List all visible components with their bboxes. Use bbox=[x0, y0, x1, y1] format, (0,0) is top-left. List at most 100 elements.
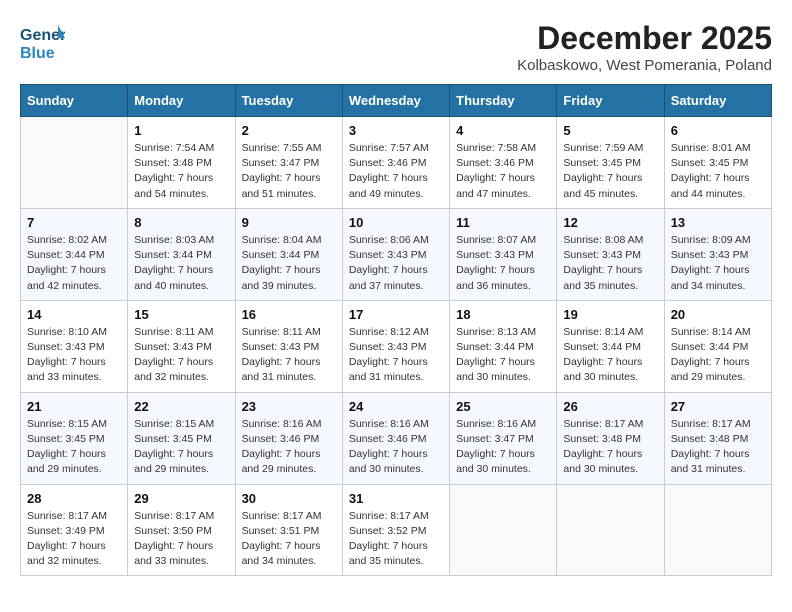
calendar-cell: 20 Sunrise: 8:14 AMSunset: 3:44 PMDayligh… bbox=[664, 300, 771, 392]
day-number: 28 bbox=[27, 491, 121, 506]
day-info: Sunrise: 8:17 AMSunset: 3:50 PMDaylight:… bbox=[134, 509, 228, 570]
calendar-cell: 13 Sunrise: 8:09 AMSunset: 3:43 PMDayligh… bbox=[664, 208, 771, 300]
weekday-header-friday: Friday bbox=[557, 85, 664, 117]
day-info: Sunrise: 8:09 AMSunset: 3:43 PMDaylight:… bbox=[671, 233, 765, 294]
day-number: 2 bbox=[242, 123, 336, 138]
day-number: 10 bbox=[349, 215, 443, 230]
weekday-header-monday: Monday bbox=[128, 85, 235, 117]
day-info: Sunrise: 8:10 AMSunset: 3:43 PMDaylight:… bbox=[27, 325, 121, 386]
calendar-cell: 4 Sunrise: 7:58 AMSunset: 3:46 PMDaylight… bbox=[450, 117, 557, 209]
weekday-header-sunday: Sunday bbox=[21, 85, 128, 117]
day-info: Sunrise: 8:15 AMSunset: 3:45 PMDaylight:… bbox=[134, 417, 228, 478]
logo-icon: General Blue bbox=[20, 20, 60, 60]
calendar-cell: 8Sunrise: 8:03 AMSunset: 3:44 PMDaylight… bbox=[128, 208, 235, 300]
day-info: Sunrise: 8:04 AMSunset: 3:44 PMDaylight:… bbox=[242, 233, 336, 294]
day-info: Sunrise: 8:14 AMSunset: 3:44 PMDaylight:… bbox=[671, 325, 765, 386]
day-info: Sunrise: 7:58 AMSunset: 3:46 PMDaylight:… bbox=[456, 141, 550, 202]
calendar-cell: 2 Sunrise: 7:55 AMSunset: 3:47 PMDaylight… bbox=[235, 117, 342, 209]
day-number: 20 bbox=[671, 307, 765, 322]
day-info: Sunrise: 8:16 AMSunset: 3:47 PMDaylight:… bbox=[456, 417, 550, 478]
calendar-cell: 27 Sunrise: 8:17 AMSunset: 3:48 PMDayligh… bbox=[664, 392, 771, 484]
day-number: 27 bbox=[671, 399, 765, 414]
day-info: Sunrise: 7:57 AMSunset: 3:46 PMDaylight:… bbox=[349, 141, 443, 202]
day-number: 15 bbox=[134, 307, 228, 322]
day-info: Sunrise: 8:17 AMSunset: 3:48 PMDaylight:… bbox=[671, 417, 765, 478]
day-number: 3 bbox=[349, 123, 443, 138]
calendar-cell: 26 Sunrise: 8:17 AMSunset: 3:48 PMDayligh… bbox=[557, 392, 664, 484]
weekday-header-tuesday: Tuesday bbox=[235, 85, 342, 117]
calendar-cell bbox=[450, 484, 557, 576]
day-info: Sunrise: 8:13 AMSunset: 3:44 PMDaylight:… bbox=[456, 325, 550, 386]
calendar-week-5: 28 Sunrise: 8:17 AMSunset: 3:49 PMDayligh… bbox=[21, 484, 772, 576]
day-info: Sunrise: 8:01 AMSunset: 3:45 PMDaylight:… bbox=[671, 141, 765, 202]
day-number: 19 bbox=[563, 307, 657, 322]
day-number: 5 bbox=[563, 123, 657, 138]
calendar-cell bbox=[664, 484, 771, 576]
day-info: Sunrise: 8:17 AMSunset: 3:48 PMDaylight:… bbox=[563, 417, 657, 478]
day-number: 24 bbox=[349, 399, 443, 414]
calendar-week-4: 21Sunrise: 8:15 AMSunset: 3:45 PMDayligh… bbox=[21, 392, 772, 484]
day-number: 13 bbox=[671, 215, 765, 230]
calendar-cell: 15 Sunrise: 8:11 AMSunset: 3:43 PMDayligh… bbox=[128, 300, 235, 392]
calendar-cell: 17 Sunrise: 8:12 AMSunset: 3:43 PMDayligh… bbox=[342, 300, 449, 392]
calendar-cell: 29 Sunrise: 8:17 AMSunset: 3:50 PMDayligh… bbox=[128, 484, 235, 576]
day-number: 18 bbox=[456, 307, 550, 322]
weekday-header-saturday: Saturday bbox=[664, 85, 771, 117]
day-info: Sunrise: 8:11 AMSunset: 3:43 PMDaylight:… bbox=[134, 325, 228, 386]
calendar-cell: 3 Sunrise: 7:57 AMSunset: 3:46 PMDaylight… bbox=[342, 117, 449, 209]
day-number: 31 bbox=[349, 491, 443, 506]
day-info: Sunrise: 8:16 AMSunset: 3:46 PMDaylight:… bbox=[349, 417, 443, 478]
location: Kolbaskowo, West Pomerania, Poland bbox=[517, 57, 772, 74]
day-number: 7 bbox=[27, 215, 121, 230]
day-info: Sunrise: 8:11 AMSunset: 3:43 PMDaylight:… bbox=[242, 325, 336, 386]
calendar-week-2: 7Sunrise: 8:02 AMSunset: 3:44 PMDaylight… bbox=[21, 208, 772, 300]
weekday-header-row: SundayMondayTuesdayWednesdayThursdayFrid… bbox=[21, 85, 772, 117]
svg-text:Blue: Blue bbox=[20, 45, 55, 62]
calendar-cell: 11 Sunrise: 8:07 AMSunset: 3:43 PMDayligh… bbox=[450, 208, 557, 300]
day-info: Sunrise: 7:59 AMSunset: 3:45 PMDaylight:… bbox=[563, 141, 657, 202]
calendar-cell: 14 Sunrise: 8:10 AMSunset: 3:43 PMDayligh… bbox=[21, 300, 128, 392]
day-number: 22 bbox=[134, 399, 228, 414]
calendar-cell: 30 Sunrise: 8:17 AMSunset: 3:51 PMDayligh… bbox=[235, 484, 342, 576]
day-number: 30 bbox=[242, 491, 336, 506]
day-number: 8 bbox=[134, 215, 228, 230]
day-number: 23 bbox=[242, 399, 336, 414]
calendar-cell bbox=[21, 117, 128, 209]
day-info: Sunrise: 8:17 AMSunset: 3:52 PMDaylight:… bbox=[349, 509, 443, 570]
calendar-cell: 1Sunrise: 7:54 AMSunset: 3:48 PMDaylight… bbox=[128, 117, 235, 209]
day-number: 25 bbox=[456, 399, 550, 414]
calendar-cell: 21Sunrise: 8:15 AMSunset: 3:45 PMDayligh… bbox=[21, 392, 128, 484]
calendar-cell: 7Sunrise: 8:02 AMSunset: 3:44 PMDaylight… bbox=[21, 208, 128, 300]
day-number: 17 bbox=[349, 307, 443, 322]
day-number: 16 bbox=[242, 307, 336, 322]
calendar-cell: 22 Sunrise: 8:15 AMSunset: 3:45 PMDayligh… bbox=[128, 392, 235, 484]
logo: General Blue bbox=[20, 20, 64, 60]
month-title: December 2025 bbox=[517, 20, 772, 57]
day-info: Sunrise: 8:15 AMSunset: 3:45 PMDaylight:… bbox=[27, 417, 121, 478]
calendar-week-3: 14 Sunrise: 8:10 AMSunset: 3:43 PMDayligh… bbox=[21, 300, 772, 392]
day-number: 11 bbox=[456, 215, 550, 230]
day-info: Sunrise: 8:17 AMSunset: 3:49 PMDaylight:… bbox=[27, 509, 121, 570]
calendar-cell: 31 Sunrise: 8:17 AMSunset: 3:52 PMDayligh… bbox=[342, 484, 449, 576]
calendar-cell: 12Sunrise: 8:08 AMSunset: 3:43 PMDayligh… bbox=[557, 208, 664, 300]
calendar-cell: 18 Sunrise: 8:13 AMSunset: 3:44 PMDayligh… bbox=[450, 300, 557, 392]
day-number: 6 bbox=[671, 123, 765, 138]
day-number: 14 bbox=[27, 307, 121, 322]
calendar-cell bbox=[557, 484, 664, 576]
day-info: Sunrise: 8:16 AMSunset: 3:46 PMDaylight:… bbox=[242, 417, 336, 478]
calendar-cell: 6 Sunrise: 8:01 AMSunset: 3:45 PMDaylight… bbox=[664, 117, 771, 209]
calendar-cell: 16 Sunrise: 8:11 AMSunset: 3:43 PMDayligh… bbox=[235, 300, 342, 392]
day-number: 4 bbox=[456, 123, 550, 138]
day-info: Sunrise: 8:12 AMSunset: 3:43 PMDaylight:… bbox=[349, 325, 443, 386]
day-number: 26 bbox=[563, 399, 657, 414]
calendar-cell: 5 Sunrise: 7:59 AMSunset: 3:45 PMDaylight… bbox=[557, 117, 664, 209]
calendar-cell: 19Sunrise: 8:14 AMSunset: 3:44 PMDayligh… bbox=[557, 300, 664, 392]
day-info: Sunrise: 8:17 AMSunset: 3:51 PMDaylight:… bbox=[242, 509, 336, 570]
calendar-cell: 9Sunrise: 8:04 AMSunset: 3:44 PMDaylight… bbox=[235, 208, 342, 300]
calendar-cell: 25 Sunrise: 8:16 AMSunset: 3:47 PMDayligh… bbox=[450, 392, 557, 484]
day-number: 29 bbox=[134, 491, 228, 506]
day-info: Sunrise: 8:07 AMSunset: 3:43 PMDaylight:… bbox=[456, 233, 550, 294]
day-info: Sunrise: 7:55 AMSunset: 3:47 PMDaylight:… bbox=[242, 141, 336, 202]
calendar-cell: 23 Sunrise: 8:16 AMSunset: 3:46 PMDayligh… bbox=[235, 392, 342, 484]
calendar-table: SundayMondayTuesdayWednesdayThursdayFrid… bbox=[20, 84, 772, 576]
